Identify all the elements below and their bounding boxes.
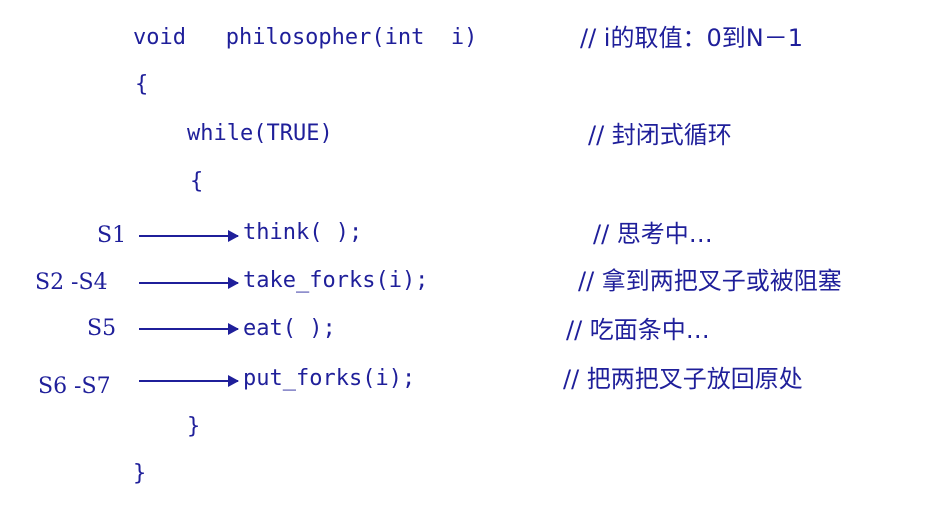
arrow-s2-s4 (139, 277, 239, 289)
code-slide: void philosopher(int i) { while(TRUE) { … (0, 0, 933, 512)
step-label-s6-s7: S6 -S7 (38, 374, 111, 399)
function-signature: void philosopher(int i) (133, 25, 478, 50)
step-label-s5: S5 (87, 316, 117, 341)
while-comment: // 封闭式循环 (588, 121, 732, 149)
signature-comment: // i的取值：0到N－1 (580, 24, 803, 52)
take-forks-comment: // 拿到两把叉子或被阻塞 (578, 267, 842, 295)
think-call: think( ); (243, 220, 363, 245)
outer-open-brace: { (135, 72, 149, 97)
inner-open-brace: { (190, 169, 204, 194)
step-label-s1: S1 (97, 223, 127, 248)
arrow-s6-s7 (139, 375, 239, 387)
think-comment: // 思考中… (593, 220, 713, 248)
eat-comment: // 吃面条中… (566, 316, 710, 344)
put-forks-comment: // 把两把叉子放回原处 (563, 365, 803, 393)
take-forks-call: take_forks(i); (243, 268, 429, 293)
arrow-s1 (139, 230, 239, 242)
outer-close-brace: } (133, 461, 147, 486)
while-statement: while(TRUE) (187, 121, 333, 146)
inner-close-brace: } (187, 414, 201, 439)
step-label-s2-s4: S2 -S4 (35, 270, 108, 295)
arrow-s5 (139, 323, 239, 335)
eat-call: eat( ); (243, 316, 336, 341)
put-forks-call: put_forks(i); (243, 366, 416, 391)
